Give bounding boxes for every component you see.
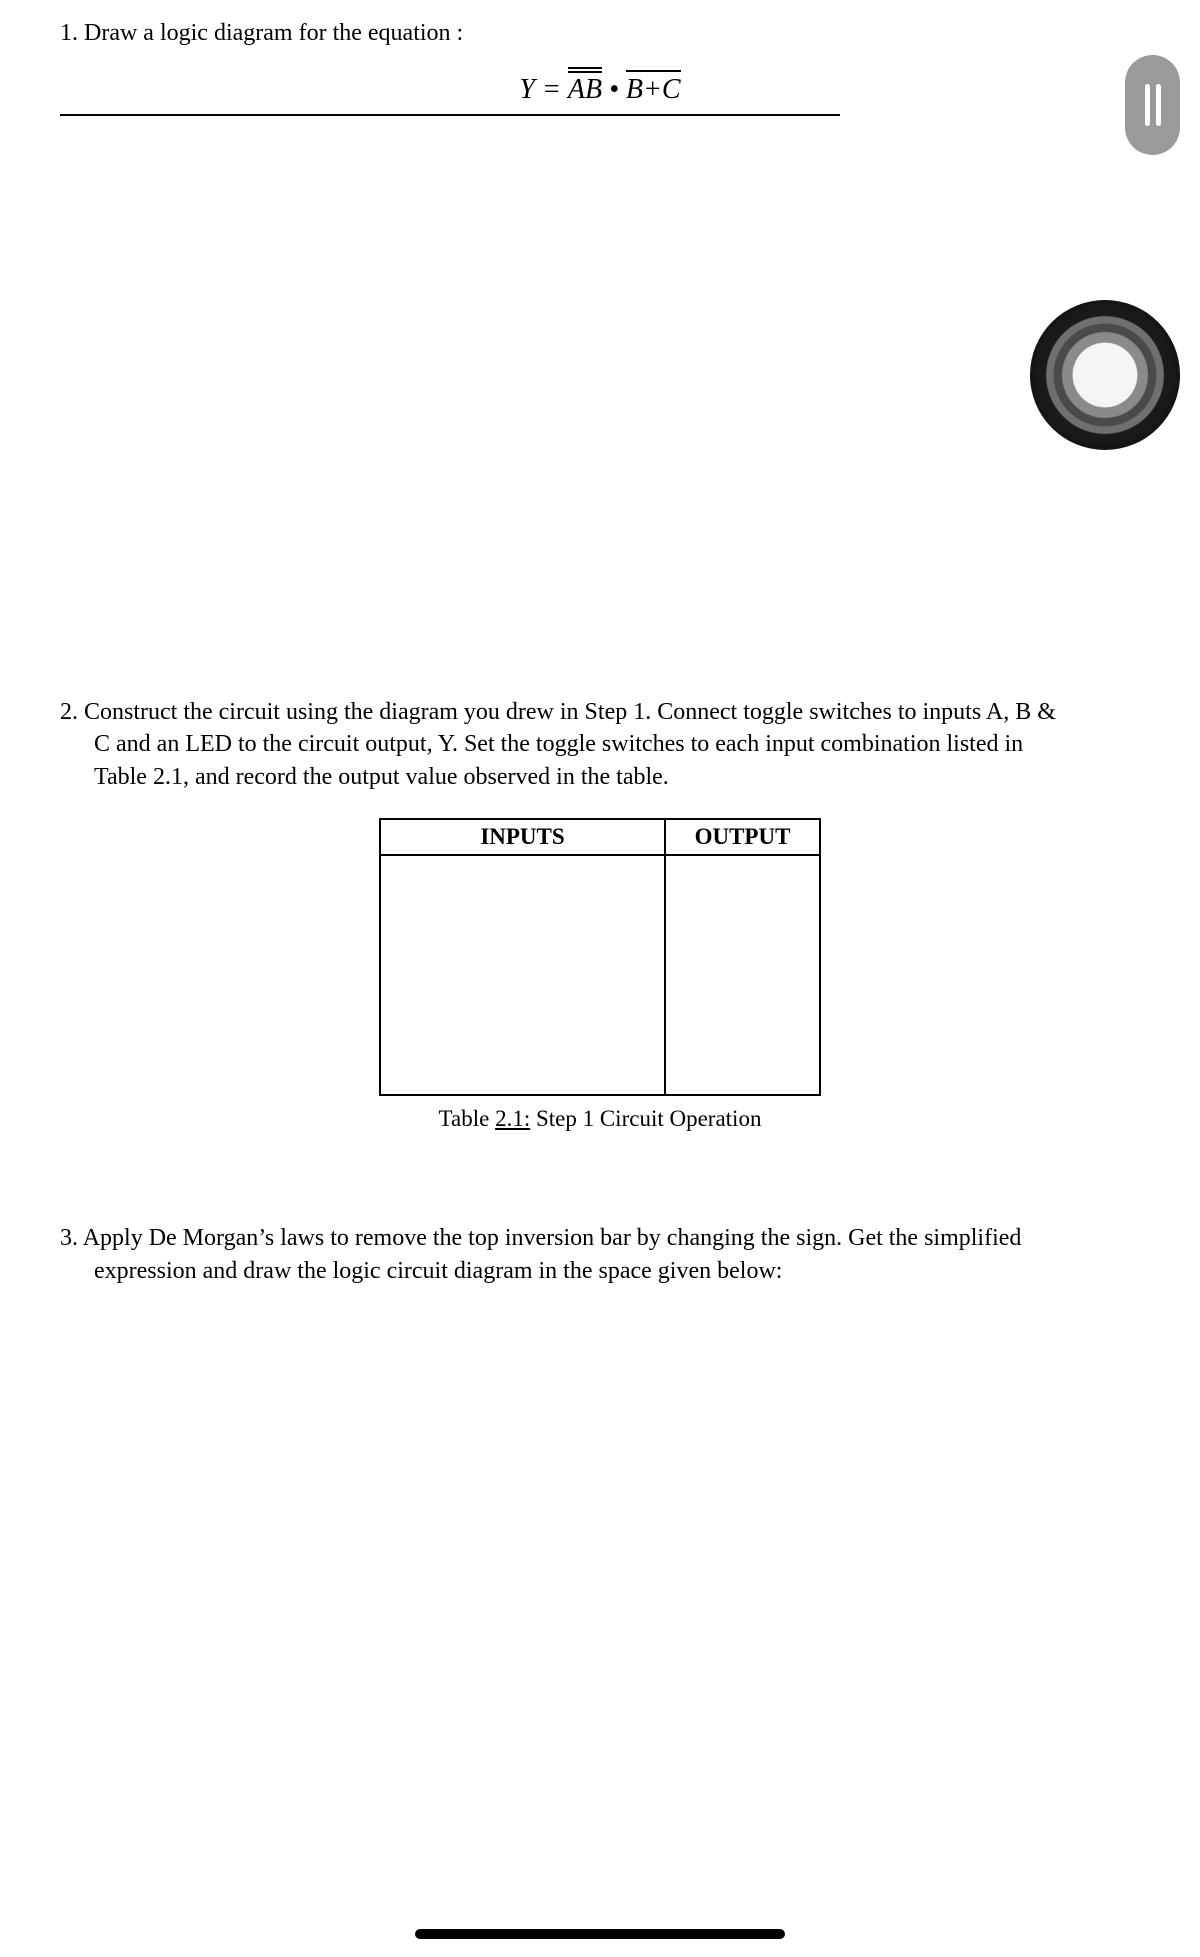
table-header-row: INPUTS OUTPUT (380, 819, 820, 855)
side-handle-button[interactable] (1125, 55, 1180, 155)
spacer-2 (60, 1132, 1140, 1222)
q3-number: 3. (60, 1225, 78, 1251)
question-3: 3. Apply De Morgan’s laws to remove the … (60, 1222, 1140, 1287)
q2-number: 2. (60, 699, 78, 725)
equation: Y = AB • B+C (519, 67, 680, 106)
eq-lhs: Y (519, 74, 535, 105)
handle-bar-icon (1156, 84, 1161, 126)
question-1: 1. Draw a logic diagram for the equation… (60, 20, 1140, 47)
header-inputs: INPUTS (380, 819, 665, 855)
eq-overline-outer: AB (568, 67, 602, 106)
header-output: OUTPUT (665, 819, 820, 855)
equation-block: Y = AB • B+C (60, 67, 1140, 116)
q1-number: 1. (60, 20, 78, 46)
table-caption: Table 2.1: Step 1 Circuit Operation (60, 1106, 1140, 1132)
drawing-space-1 (60, 116, 1140, 696)
table-body-output (665, 855, 820, 1095)
table-body-inputs (380, 855, 665, 1095)
truth-table: INPUTS OUTPUT (379, 818, 821, 1096)
q3-line1: Apply De Morgan’s laws to remove the top… (83, 1225, 1022, 1251)
handle-bar-icon (1145, 84, 1150, 126)
eq-overline-bc: B+C (626, 70, 681, 106)
equation-underline (60, 114, 840, 116)
q2-line3: Table 2.1, and record the output value o… (60, 761, 1140, 793)
table-body-row (380, 855, 820, 1095)
eq-term-bc: B+C (626, 74, 681, 105)
question-2: 2. Construct the circuit using the diagr… (60, 696, 1140, 793)
q3-line2: expression and draw the logic circuit di… (60, 1255, 1140, 1287)
q2-line2: C and an LED to the circuit output, Y. S… (60, 728, 1140, 760)
home-indicator[interactable] (415, 1929, 785, 1939)
q1-text: Draw a logic diagram for the equation : (84, 20, 463, 46)
truth-table-wrap: INPUTS OUTPUT (60, 818, 1140, 1096)
eq-equals: = (535, 74, 568, 105)
caption-rest: Step 1 Circuit Operation (530, 1106, 761, 1131)
eq-term-ab: AB (568, 71, 602, 106)
q2-line1: Construct the circuit using the diagram … (84, 699, 1056, 725)
caption-prefix: Table (439, 1106, 496, 1131)
caption-number: 2.1: (495, 1106, 530, 1131)
assistive-touch-button[interactable] (1030, 300, 1180, 450)
eq-dot: • (602, 74, 626, 105)
